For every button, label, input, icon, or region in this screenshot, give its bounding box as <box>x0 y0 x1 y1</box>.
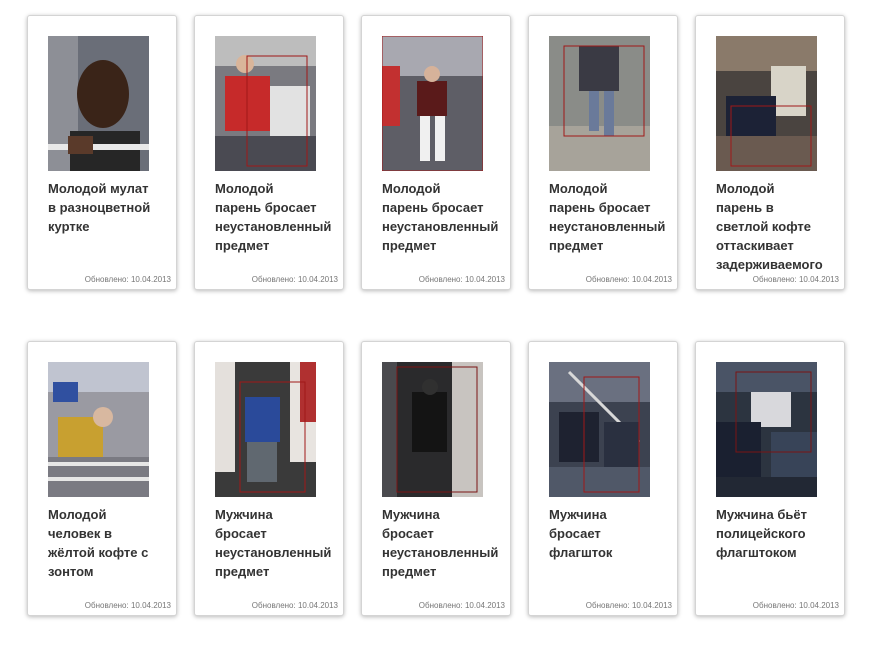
suspect-card[interactable]: Молодой человек в жёлтой кофте с зонтом … <box>27 341 177 616</box>
suspect-card[interactable]: Молодой парень в светлой кофте оттаскива… <box>695 15 845 290</box>
suspect-photo[interactable] <box>215 362 316 497</box>
updated-date: Обновлено: 10.04.2013 <box>418 601 505 610</box>
suspect-photo[interactable] <box>215 36 316 171</box>
updated-date: Обновлено: 10.04.2013 <box>752 275 839 284</box>
suspect-photo[interactable] <box>716 36 817 171</box>
suspect-photo[interactable] <box>716 362 817 497</box>
updated-date: Обновлено: 10.04.2013 <box>84 601 171 610</box>
suspect-card[interactable]: Молодой парень бросает неустановленный п… <box>528 15 678 290</box>
suspect-photo[interactable] <box>549 36 650 171</box>
suspect-caption: Молодой парень бросает неустановленный п… <box>215 181 332 253</box>
suspect-photo[interactable] <box>382 36 483 171</box>
suspect-caption: Молодой мулат в разноцветной куртке <box>48 181 151 234</box>
suspect-caption: Молодой парень бросает неустановленный п… <box>549 181 666 253</box>
suspect-caption: Молодой парень бросает неустановленный п… <box>382 181 499 253</box>
updated-date: Обновлено: 10.04.2013 <box>251 275 338 284</box>
suspect-card[interactable]: Мужчина бросает неустановленный предмет … <box>361 341 511 616</box>
suspect-photo[interactable] <box>382 362 483 497</box>
updated-date: Обновлено: 10.04.2013 <box>752 601 839 610</box>
updated-date: Обновлено: 10.04.2013 <box>585 601 672 610</box>
suspect-card[interactable]: Молодой парень бросает неустановленный п… <box>194 15 344 290</box>
updated-date: Обновлено: 10.04.2013 <box>585 275 672 284</box>
suspect-caption: Молодой парень в светлой кофте оттаскива… <box>716 181 823 272</box>
suspect-caption: Мужчина бросает флагшток <box>549 507 613 560</box>
suspect-card[interactable]: Мужчина бьёт полицейского флагштоком Обн… <box>695 341 845 616</box>
suspect-caption: Мужчина бьёт полицейского флагштоком <box>716 507 807 560</box>
suspect-caption: Молодой человек в жёлтой кофте с зонтом <box>48 507 149 579</box>
suspect-card[interactable]: Молодой мулат в разноцветной куртке Обно… <box>27 15 177 290</box>
suspect-card[interactable]: Молодой парень бросает неустановленный п… <box>361 15 511 290</box>
suspect-card[interactable]: Мужчина бросает флагшток Обновлено: 10.0… <box>528 341 678 616</box>
updated-date: Обновлено: 10.04.2013 <box>84 275 171 284</box>
suspect-photo[interactable] <box>48 36 149 171</box>
suspect-photo[interactable] <box>48 362 149 497</box>
suspect-card[interactable]: Мужчина бросает неустановленный предмет … <box>194 341 344 616</box>
suspect-caption: Мужчина бросает неустановленный предмет <box>215 507 332 579</box>
updated-date: Обновлено: 10.04.2013 <box>418 275 505 284</box>
suspect-photo[interactable] <box>549 362 650 497</box>
updated-date: Обновлено: 10.04.2013 <box>251 601 338 610</box>
suspect-caption: Мужчина бросает неустановленный предмет <box>382 507 499 579</box>
